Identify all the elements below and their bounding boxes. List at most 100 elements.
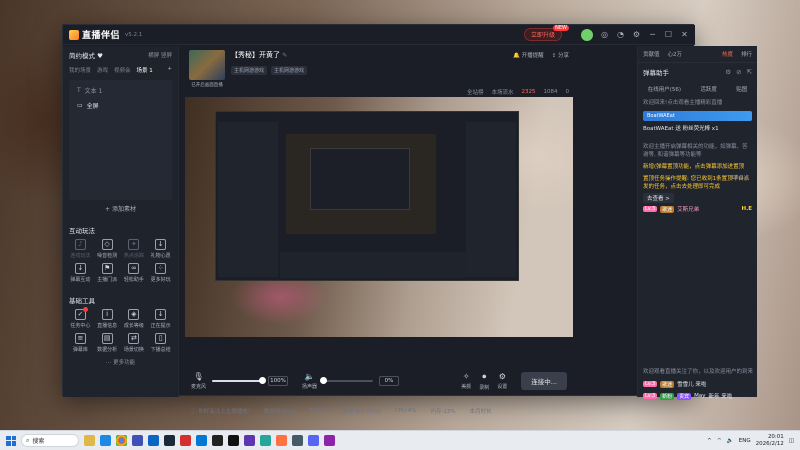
bell-icon[interactable]: ◔ (616, 30, 625, 39)
orientation-toggle[interactable]: 横屏 竖屏 (148, 51, 172, 59)
scene-tab-mine[interactable]: 我的场景 (69, 66, 91, 74)
chevron-up-icon[interactable]: ^ (707, 438, 712, 444)
settings-app-icon[interactable] (324, 435, 335, 446)
mic-volume-slider[interactable] (212, 377, 267, 384)
contribution-tab[interactable]: 贡献值 (643, 50, 660, 58)
settings-button[interactable]: ⚙ 设置 (497, 372, 507, 390)
store-icon[interactable] (132, 435, 143, 446)
scene-tab-video[interactable]: 视频会 (114, 66, 131, 74)
start-stream-button[interactable]: 连接中... (521, 372, 567, 390)
mode-toggle[interactable]: 简约模式 ♥ (69, 50, 103, 60)
clock[interactable]: 20:01 2026/2/12 (756, 434, 784, 447)
edit-icon[interactable]: ✎ (282, 52, 287, 59)
tool-faction[interactable]: ⚑ 主播门派 (94, 263, 121, 283)
tool-analytics[interactable]: ▤ 数据分析 (94, 333, 121, 353)
discord-icon[interactable] (308, 435, 319, 446)
scene-tab-game[interactable]: 游戏 (97, 66, 108, 74)
tool-more-fun[interactable]: ⁘ 更多好玩 (147, 263, 174, 283)
speaker-icon[interactable]: 🔈 (305, 372, 315, 381)
tool-scene-switch[interactable]: ⇄ 场景切换 (121, 333, 148, 353)
tool-summary[interactable]: ▯ 下播总结 (147, 333, 174, 353)
tool-label: 连线玩法 (70, 253, 91, 259)
game-icon[interactable] (292, 435, 303, 446)
tool-level[interactable]: ◈ 成长等级 (121, 309, 148, 329)
tab-stickers[interactable]: 贴图 (736, 85, 747, 93)
minimize-icon[interactable]: ─ (648, 30, 657, 39)
category-chip[interactable]: 主机网游游戏 (271, 66, 308, 75)
tab-online-users[interactable]: 在线用户(56) (648, 85, 681, 93)
upgrade-button[interactable]: 立即升级 NEW (523, 25, 569, 41)
tool-stream-info[interactable]: i 直播信息 (94, 309, 121, 329)
user-avatar[interactable] (581, 28, 593, 41)
speaker-volume-value[interactable]: 0% (379, 376, 400, 386)
tab-activity[interactable]: 活跃度 (700, 85, 717, 93)
mic-slider-knob[interactable] (259, 377, 267, 384)
mic-icon[interactable]: 🎙 (193, 372, 203, 381)
tool-danmu[interactable]: ↓ 弹幕互动 (67, 263, 94, 283)
edge-icon[interactable] (100, 435, 111, 446)
tool-noise[interactable]: ◇ 噪音检测 (94, 239, 121, 259)
file-explorer-icon[interactable] (84, 435, 95, 446)
tool-assistant[interactable]: ∞ 轻松助手 (121, 263, 148, 283)
gift-notification[interactable]: BoatWAEat (643, 111, 752, 121)
speaker-volume-slider[interactable] (320, 377, 374, 384)
rank-stat[interactable]: 全站榜 (467, 88, 484, 96)
fans-tab[interactable]: 心2万 (668, 50, 683, 58)
share-button[interactable]: ⇪ 分享 (552, 51, 569, 59)
reminder-button[interactable]: 🔔 开播提醒 (513, 51, 544, 59)
speaker-control[interactable]: 🔈 扬声器 (302, 372, 317, 390)
source-item-fullscreen[interactable]: ▭ 全屏 (69, 98, 172, 113)
tool-task-center[interactable]: ✓ 任务中心 (67, 307, 94, 329)
headset-icon[interactable]: ◎ (600, 30, 609, 39)
category-chip[interactable]: 主机网游游戏 (231, 66, 268, 75)
gear-icon[interactable]: ⚙ (725, 68, 731, 76)
chrome-icon[interactable] (116, 435, 127, 446)
network-icon[interactable]: ⌔ (717, 437, 722, 444)
tool-gift[interactable]: ↓ 礼物心愿 (147, 239, 174, 259)
filter-icon[interactable]: ⊘ (736, 68, 741, 76)
settings-icon[interactable]: ⚙ (632, 30, 641, 39)
beauty-button[interactable]: ✧ 美颜 (461, 372, 471, 390)
taskbar-search[interactable]: ⌕ 搜索 (21, 434, 79, 447)
notes-icon[interactable] (260, 435, 271, 446)
add-scene-icon[interactable]: + (167, 66, 172, 74)
record-button[interactable]: ⏺ 录制 (479, 372, 489, 391)
tool-connect[interactable]: ♪ 连线玩法 (67, 239, 94, 259)
hot-tab[interactable]: 热度 (722, 50, 733, 58)
notification-icon[interactable]: ◫ (789, 438, 794, 444)
popout-icon[interactable]: ⇱ (747, 68, 752, 76)
vscode-icon[interactable] (196, 435, 207, 446)
windows-start-icon[interactable] (6, 435, 16, 446)
live-companion-icon[interactable] (276, 435, 287, 446)
stream-title[interactable]: 【秀秘】开黄了 (231, 51, 280, 59)
speaker-slider-knob[interactable] (320, 377, 328, 384)
add-material-button[interactable]: + 添加素材 (63, 204, 178, 213)
more-functions-button[interactable]: ⋯ 更多功能 (63, 358, 178, 366)
mail-icon[interactable] (148, 435, 159, 446)
stream-cover[interactable]: 已开启画面直播 (189, 50, 225, 88)
tool-prompt[interactable]: ↓ 正在提示 (147, 309, 174, 329)
go-check-button[interactable]: 去查看 > (643, 193, 674, 203)
close-icon[interactable]: ✕ (680, 30, 689, 39)
stream-preview-canvas[interactable] (185, 97, 573, 337)
scene-tab-1[interactable]: 场景 1 (137, 66, 153, 74)
user-entry-row[interactable]: Lv.3 歌迷 雪雪儿 来啦 (638, 378, 758, 390)
capcut-icon[interactable] (228, 435, 239, 446)
right-top-stats: 贡献值 心2万 热度 排行 (638, 46, 757, 62)
status-tip[interactable]: ⓘ 你好关注上主播播放! (191, 407, 250, 415)
tool-hot[interactable]: ✦ 热点追踪 (121, 239, 148, 259)
volume-icon[interactable]: 🔈 (727, 438, 734, 444)
language-indicator[interactable]: ENG (739, 438, 751, 444)
maximize-icon[interactable]: ☐ (664, 30, 673, 39)
music-icon[interactable] (180, 435, 191, 446)
user-entry-row[interactable]: Lv.3 歌迷 艾斯兄弟 H.E (638, 203, 757, 215)
mic-control[interactable]: 🎙 麦克风 (191, 372, 206, 390)
rank-tab[interactable]: 排行 (741, 50, 752, 58)
steam-icon[interactable] (164, 435, 175, 446)
source-item-text[interactable]: T 文本 1 (69, 83, 172, 98)
tool-danmu-lib[interactable]: ≡ 弹幕库 (67, 333, 94, 353)
terminal-icon[interactable] (212, 435, 223, 446)
mic-volume-value[interactable]: 100% (268, 376, 289, 386)
browser-icon[interactable] (244, 435, 255, 446)
user-entry-row[interactable]: Lv.3 新粉 贵宾 May 新年 来啦 (638, 390, 758, 402)
